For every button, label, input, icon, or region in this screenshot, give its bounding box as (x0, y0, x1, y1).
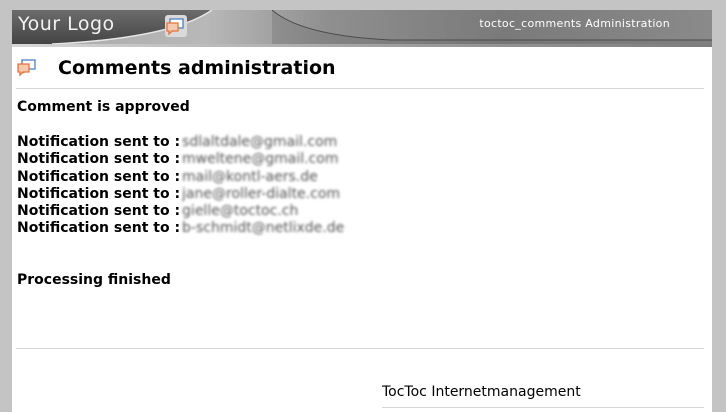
notification-item: Notification sent to : mail@kontl-aers.de (17, 169, 344, 186)
page-frame: Your Logo toctoc_comments Administration… (12, 10, 712, 412)
notification-label: Notification sent to : (17, 151, 181, 168)
title-divider (16, 88, 704, 89)
notification-list: Notification sent to : sdlaltdale@gmail.c… (17, 134, 344, 238)
notification-item: Notification sent to : gielle@toctoc.ch (17, 203, 344, 220)
notification-item: Notification sent to : sdlaltdale@gmail.c… (17, 134, 344, 151)
header-divider (12, 44, 712, 47)
notification-email: mail@kontl-aers.de (182, 168, 318, 185)
header-bar: Your Logo toctoc_comments Administration (12, 10, 712, 44)
notification-email: mweltene@gmail.com (182, 151, 339, 168)
comments-icon (17, 59, 36, 77)
page-title: Comments administration (58, 57, 336, 79)
notification-label: Notification sent to : (17, 203, 181, 220)
logo[interactable]: Your Logo (18, 13, 115, 35)
notification-label: Notification sent to : (17, 185, 181, 202)
footer-company: TocToc Internetmanagement (382, 384, 581, 400)
notification-label: Notification sent to : (17, 134, 181, 150)
footer-bottom-divider (382, 407, 704, 408)
footer-divider (16, 348, 704, 349)
notification-email: jane@roller-dialte.com (182, 185, 341, 202)
notification-email: b-schmidt@netlixde.de (182, 220, 345, 237)
header-title: toctoc_comments Administration (479, 17, 670, 30)
notification-label: Notification sent to : (17, 168, 181, 185)
processing-finished-message: Processing finished (17, 272, 171, 288)
notification-email: gielle@toctoc.ch (182, 203, 299, 220)
notification-item: Notification sent to : b-schmidt@netlixde… (17, 220, 344, 237)
status-message: Comment is approved (17, 99, 190, 115)
notification-email: sdlaltdale@gmail.com (182, 134, 338, 150)
comments-icon (165, 15, 187, 37)
notification-item: Notification sent to : jane@roller-dialte… (17, 186, 344, 203)
notification-item: Notification sent to : mweltene@gmail.com (17, 151, 344, 168)
notification-label: Notification sent to : (17, 220, 181, 237)
